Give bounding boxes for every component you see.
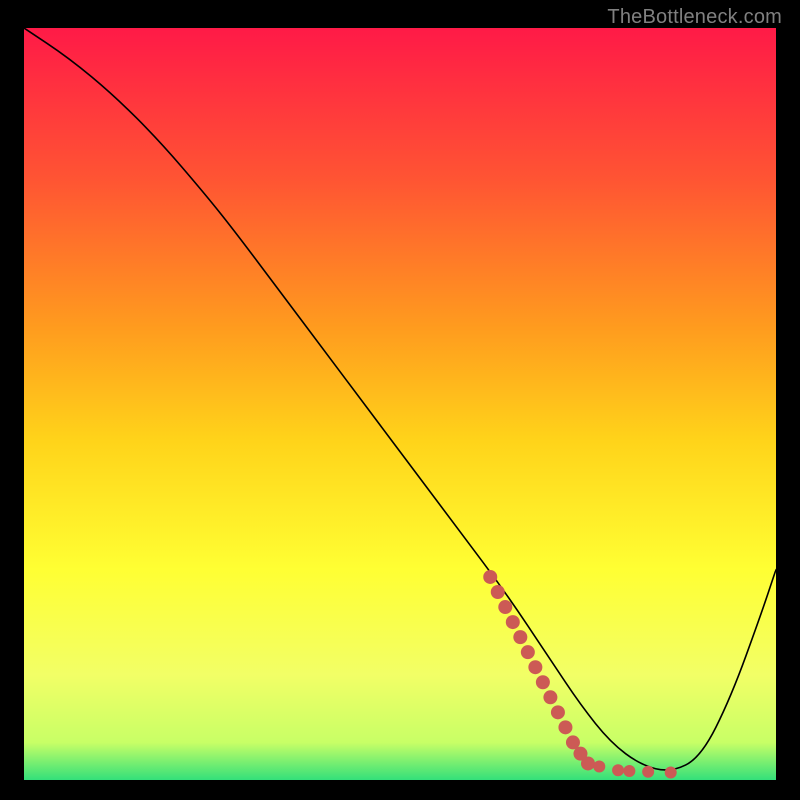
chart-svg [24,28,776,780]
chart-container: TheBottleneck.com [0,0,800,800]
gradient-background [24,28,776,780]
watermark-label: TheBottleneck.com [607,6,782,29]
chart-plot [24,28,776,780]
